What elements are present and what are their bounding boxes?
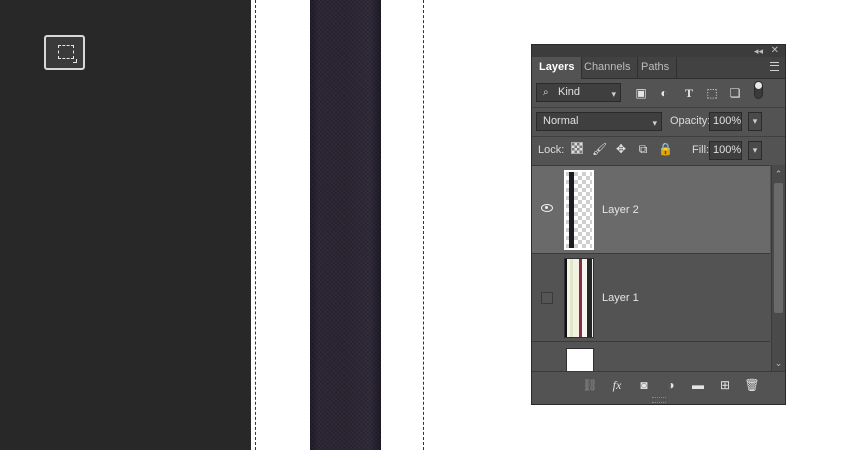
trash-icon[interactable]: 🗑 [744,377,760,393]
layer-thumbnail [564,258,594,338]
blend-mode-value: Normal [543,115,579,127]
layers-list: Layer 2 Layer 1 [532,165,770,372]
panel-menu-icon[interactable] [770,62,779,71]
eye-icon[interactable] [541,204,553,212]
type-icon[interactable]: T [682,86,696,100]
blend-row: Normal ▾ Opacity: 100% ▾ [532,107,785,136]
lock-position-icon[interactable]: ✥ [614,142,628,156]
tab-paths[interactable]: Paths [634,57,678,78]
layer-row[interactable] [532,342,770,372]
adjustment-layer-icon[interactable]: ◑ [663,377,679,393]
filter-kind-select[interactable]: ⌕ Kind ▾ [536,83,621,102]
lock-artboard-icon[interactable]: ⧉ [636,142,650,156]
lock-transparent-icon[interactable] [570,142,584,156]
shape-icon[interactable]: ⬚ [705,86,719,100]
lock-image-icon[interactable]: 🖌 [592,142,607,156]
chevron-up-icon[interactable]: ⌃ [772,169,785,180]
chevron-down-icon[interactable]: ⌄ [772,358,785,369]
fill-input[interactable]: 100% [709,141,742,160]
filter-toggle[interactable] [754,81,763,99]
link-icon[interactable]: ⛓ [582,377,598,393]
panel-tabbar: Layers Channels Paths [532,57,785,79]
layers-panel: ◂◂ ✕ Layers Channels Paths ⌕ Kind ▾ ▣ ◐ … [531,44,786,405]
folder-icon[interactable]: ▬ [690,377,706,393]
mask-icon[interactable]: ◙ [636,377,652,393]
search-icon: ⌕ [543,87,549,98]
fill-label: Fill: [692,144,710,156]
opacity-label: Opacity: [670,115,711,127]
opacity-input[interactable]: 100% [709,112,742,131]
layers-bottom-toolbar: ⛓ fx ◙ ◑ ▬ ⊞ 🗑 [532,371,785,397]
layer-row[interactable]: Layer 1 [532,254,770,342]
scrollbar-thumb[interactable] [774,183,783,313]
fill-chevron-icon[interactable]: ▾ [748,141,762,160]
close-panel-icon[interactable]: ✕ [771,45,779,57]
filter-kind-label: Kind [558,86,581,98]
layer-row[interactable]: Layer 2 [532,166,770,254]
selection-edge-right [423,0,424,450]
new-layer-icon[interactable]: ⊞ [717,377,733,393]
layer-name: Layer 1 [602,292,639,304]
layers-scrollbar[interactable]: ⌃ ⌄ [771,165,785,371]
resize-grip[interactable] [652,397,666,403]
lock-label: Lock: [538,144,565,156]
collapse-panel-icon[interactable]: ◂◂ [754,45,763,57]
panel-header: ◂◂ ✕ [532,45,785,57]
tools-panel [0,0,251,450]
layer-thumbnail [566,348,594,372]
rectangular-marquee-tool-button[interactable] [44,35,85,70]
marquee-icon [58,45,74,59]
fabric-strap-image [310,0,381,450]
layer-name: Layer 2 [602,204,639,216]
visibility-toggle[interactable] [541,292,553,304]
chevron-down-icon: ▾ [652,118,657,128]
smart-object-icon[interactable]: ❏ [728,86,742,100]
fx-icon[interactable]: fx [609,377,625,393]
layer-thumbnail [564,170,594,250]
tab-layers[interactable]: Layers [532,57,583,79]
lock-row: Lock: 🖌 ✥ ⧉ 🔒 Fill: 100% ▾ [532,136,785,165]
lock-all-icon[interactable]: 🔒 [658,142,673,156]
opacity-chevron-icon[interactable]: ▾ [748,112,762,131]
adjustment-icon[interactable]: ◐ [657,86,671,100]
selection-edge-left [255,0,256,450]
blend-mode-select[interactable]: Normal ▾ [536,112,662,131]
filter-row: ⌕ Kind ▾ ▣ ◐ T ⬚ ❏ [532,79,785,107]
tab-channels[interactable]: Channels [577,57,639,78]
tool-flyout-indicator [73,59,77,63]
chevron-down-icon: ▾ [611,89,616,99]
image-icon[interactable]: ▣ [634,86,648,100]
